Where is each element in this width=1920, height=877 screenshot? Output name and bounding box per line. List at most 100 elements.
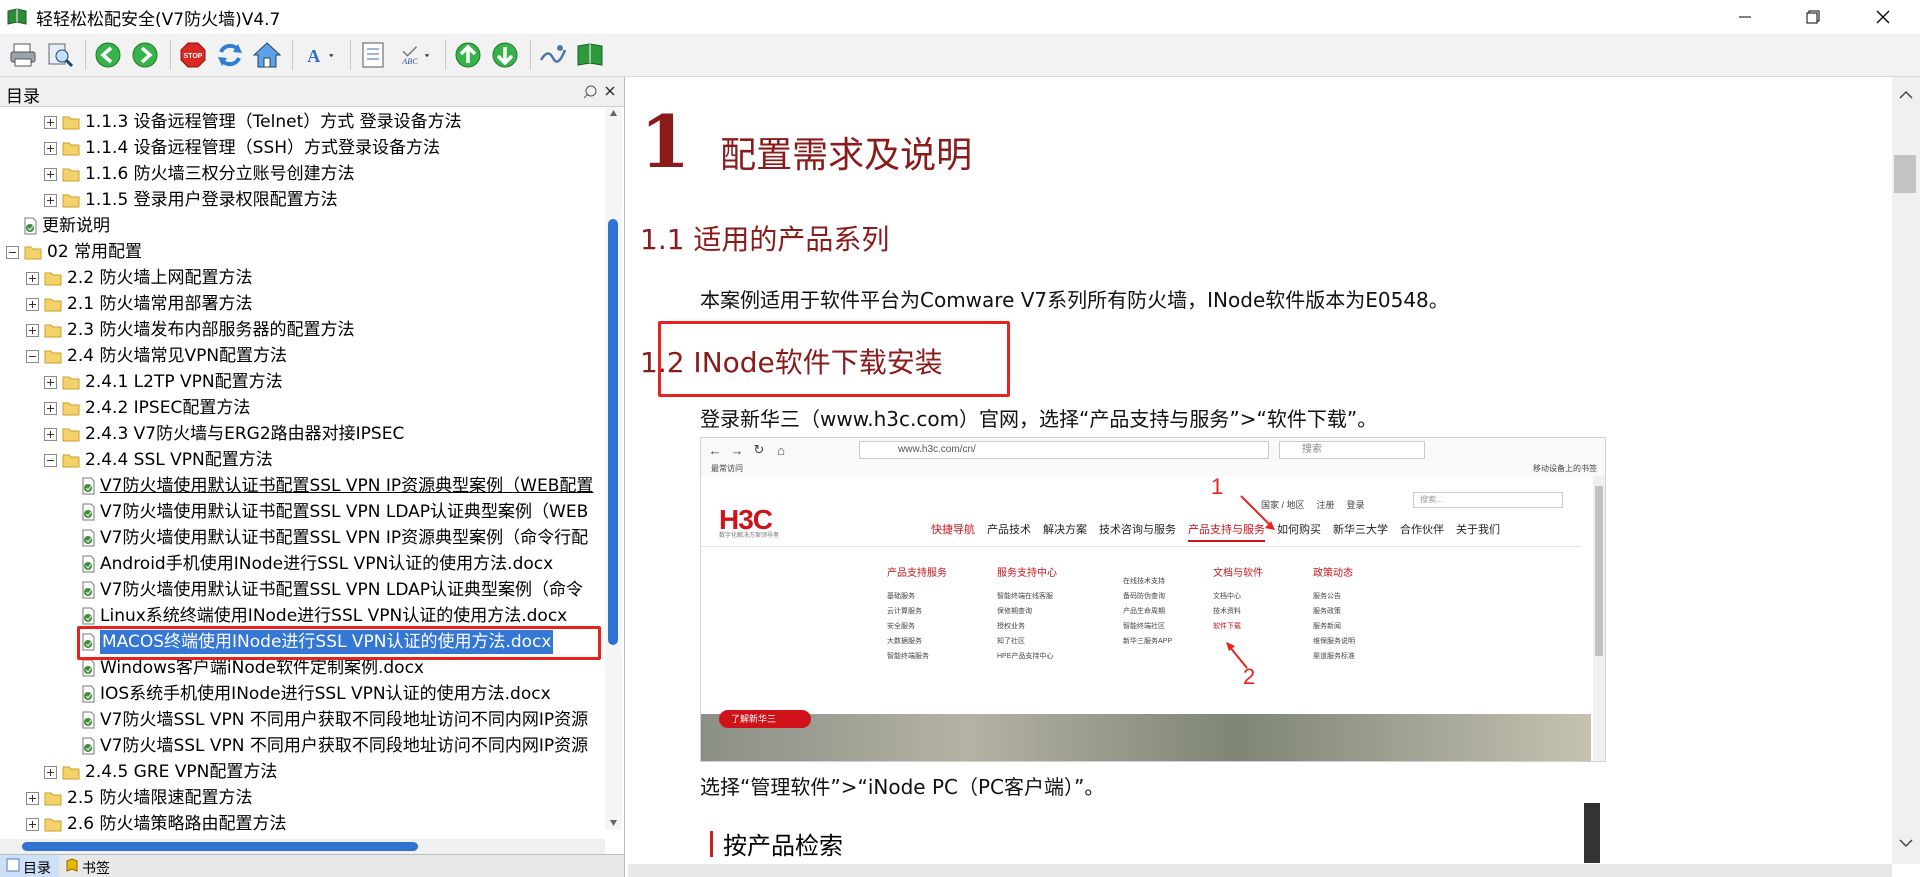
expand-icon[interactable] — [26, 271, 39, 285]
scroll-down-icon[interactable] — [1896, 833, 1916, 853]
locate-button[interactable] — [536, 38, 570, 72]
folder-icon — [62, 194, 80, 207]
contents-tab-icon — [6, 858, 20, 872]
close-button[interactable] — [1854, 0, 1912, 34]
bookmark-tab-icon — [66, 858, 78, 872]
home-button[interactable] — [250, 38, 284, 72]
toolbar-separator — [445, 40, 446, 70]
expand-icon[interactable] — [44, 765, 57, 779]
toc-vertical-scrollbar[interactable] — [605, 107, 622, 830]
toc-document-item[interactable]: 更新说明 — [22, 213, 110, 239]
toc-panel-header: 目录 — [0, 77, 624, 107]
expand-icon[interactable] — [44, 401, 57, 415]
next-topic-button[interactable] — [488, 38, 522, 72]
document-icon — [82, 555, 95, 573]
toc-folder-item[interactable]: 2.5 防火墙限速配置方法 — [26, 785, 252, 811]
toc-folder-item[interactable]: 2.4.4 SSL VPN配置方法 — [44, 447, 273, 473]
scroll-up-icon[interactable] — [1896, 85, 1916, 105]
expand-icon[interactable] — [44, 375, 57, 389]
site-menu-heading: 政策动态 — [1313, 568, 1353, 579]
collapse-icon[interactable] — [44, 453, 57, 467]
scroll-down-icon[interactable] — [609, 819, 618, 827]
collapse-icon[interactable] — [26, 349, 39, 363]
refresh-button[interactable] — [213, 38, 247, 72]
tab-contents-label: 目录 — [23, 860, 51, 876]
stop-button[interactable]: STOP — [176, 38, 210, 72]
site-link: 注册 — [1316, 500, 1335, 510]
print-button[interactable] — [6, 38, 40, 72]
close-icon — [1876, 10, 1890, 24]
expand-icon[interactable] — [26, 791, 39, 805]
toolbar-separator — [292, 40, 293, 70]
toc-scroll-thumb[interactable] — [608, 219, 618, 645]
document-vertical-scrollbar[interactable] — [1892, 77, 1920, 864]
window-title: 轻轻松松配安全(V7防火墙)V4.7 — [36, 9, 281, 30]
forward-button[interactable] — [128, 38, 162, 72]
toc-horizontal-scrollbar[interactable] — [0, 839, 605, 854]
options-button[interactable] — [356, 38, 390, 72]
minimize-button[interactable] — [1716, 0, 1774, 34]
document-scroll-thumb[interactable] — [1894, 155, 1916, 193]
expand-icon[interactable] — [26, 323, 39, 337]
toc-folder-item[interactable]: 2.4.3 V7防火墙与ERG2路由器对接IPSEC — [44, 421, 404, 447]
toc-document-item[interactable]: IOS系统手机使用INode进行SSL VPN认证的使用方法.docx — [80, 681, 551, 707]
font-size-button[interactable]: A — [298, 38, 342, 72]
toc-document-item[interactable]: V7防火墙使用默认证书配置SSL VPN IP资源典型案例（WEB配置 — [80, 473, 593, 499]
toc-item-label: Linux系统终端使用INode进行SSL VPN认证的使用方法.docx — [100, 606, 568, 626]
site-nav-item: 技术咨询与服务 — [1099, 524, 1176, 536]
site-menu-item: 服务公告 — [1313, 593, 1341, 600]
document-horizontal-scrollbar[interactable] — [628, 864, 1892, 877]
toc-folder-item[interactable]: 2.6 防火墙策略路由配置方法 — [26, 811, 286, 837]
scroll-up-icon[interactable] — [609, 109, 618, 117]
expand-icon[interactable] — [44, 193, 57, 207]
toc-document-item[interactable]: V7防火墙使用默认证书配置SSL VPN LDAP认证典型案例（命令 — [80, 577, 583, 603]
toc-panel: 目录 1.1.3 设备远程管理（Telnet）方式 登录设备方法 1.1.4 设备… — [0, 77, 625, 877]
tab-bookmarks[interactable]: 书签 — [59, 855, 118, 877]
toc-folder-item[interactable]: 2.2 防火墙上网配置方法 — [26, 265, 252, 291]
toc-folder-item[interactable]: 2.4.1 L2TP VPN配置方法 — [44, 369, 283, 395]
svg-text:STOP: STOP — [184, 53, 203, 60]
site-menu-item: 大数据服务 — [887, 638, 922, 645]
toc-folder-item[interactable]: 2.4.2 IPSEC配置方法 — [44, 395, 250, 421]
toc-folder-item[interactable]: 1.1.6 防火墙三权分立账号创建方法 — [44, 161, 355, 187]
toc-document-item[interactable]: V7防火墙使用默认证书配置SSL VPN IP资源典型案例（命令行配 — [80, 525, 588, 551]
toc-document-item[interactable]: V7防火墙SSL VPN 不同用户获取不同段地址访问不同内网IP资源 — [80, 733, 588, 759]
expand-icon[interactable] — [44, 141, 57, 155]
toc-document-item[interactable]: Android手机使用INode进行SSL VPN认证的使用方法.docx — [80, 551, 553, 577]
previous-topic-button[interactable] — [451, 38, 485, 72]
tab-contents[interactable]: 目录 — [0, 855, 59, 877]
toc-folder-item[interactable]: 2.4.5 GRE VPN配置方法 — [44, 759, 277, 785]
toc-folder-item[interactable]: 1.1.4 设备远程管理（SSH）方式登录设备方法 — [44, 135, 440, 161]
expand-icon[interactable] — [44, 167, 57, 181]
minimize-icon — [1739, 16, 1751, 18]
toc-folder-item[interactable]: 2.1 防火墙常用部署方法 — [26, 291, 252, 317]
back-button[interactable] — [91, 38, 125, 72]
toc-folder-item[interactable]: 1.1.3 设备远程管理（Telnet）方式 登录设备方法 — [44, 109, 462, 135]
toc-folder-item[interactable]: 2.3 防火墙发布内部服务器的配置方法 — [26, 317, 354, 343]
toc-folder-item[interactable]: 2.4 防火墙常见VPN配置方法 — [26, 343, 287, 369]
book-button[interactable] — [573, 38, 607, 72]
toc-folder-item[interactable]: 1.1.5 登录用户登录权限配置方法 — [44, 187, 338, 213]
site-nav-item: 合作伙伴 — [1400, 524, 1444, 536]
pin-icon[interactable] — [582, 84, 598, 100]
selected-item-highlight-box — [77, 626, 601, 660]
toc-item-label: Android手机使用INode进行SSL VPN认证的使用方法.docx — [100, 554, 554, 574]
restore-button[interactable] — [1784, 0, 1842, 34]
toc-folder-item[interactable]: 02 常用配置 — [6, 239, 142, 265]
expand-icon[interactable] — [26, 297, 39, 311]
toc-document-item[interactable]: V7防火墙SSL VPN 不同用户获取不同段地址访问不同内网IP资源 — [80, 707, 588, 733]
find-button[interactable] — [43, 38, 77, 72]
toolbar-separator — [85, 40, 86, 70]
folder-icon — [44, 272, 62, 285]
toc-document-item[interactable]: V7防火墙使用默认证书配置SSL VPN LDAP认证典型案例（WEB — [80, 499, 588, 525]
collapse-icon[interactable] — [6, 245, 19, 259]
site-menu-heading: 产品支持服务 — [887, 568, 947, 579]
expand-icon[interactable] — [26, 817, 39, 831]
toc-hscroll-thumb[interactable] — [22, 842, 418, 851]
folder-icon — [62, 168, 80, 181]
spellcheck-button[interactable]: ABC — [393, 38, 437, 72]
expand-icon[interactable] — [44, 115, 57, 129]
expand-icon[interactable] — [44, 427, 57, 441]
book-icon — [577, 43, 603, 66]
panel-close-icon[interactable] — [602, 83, 618, 99]
